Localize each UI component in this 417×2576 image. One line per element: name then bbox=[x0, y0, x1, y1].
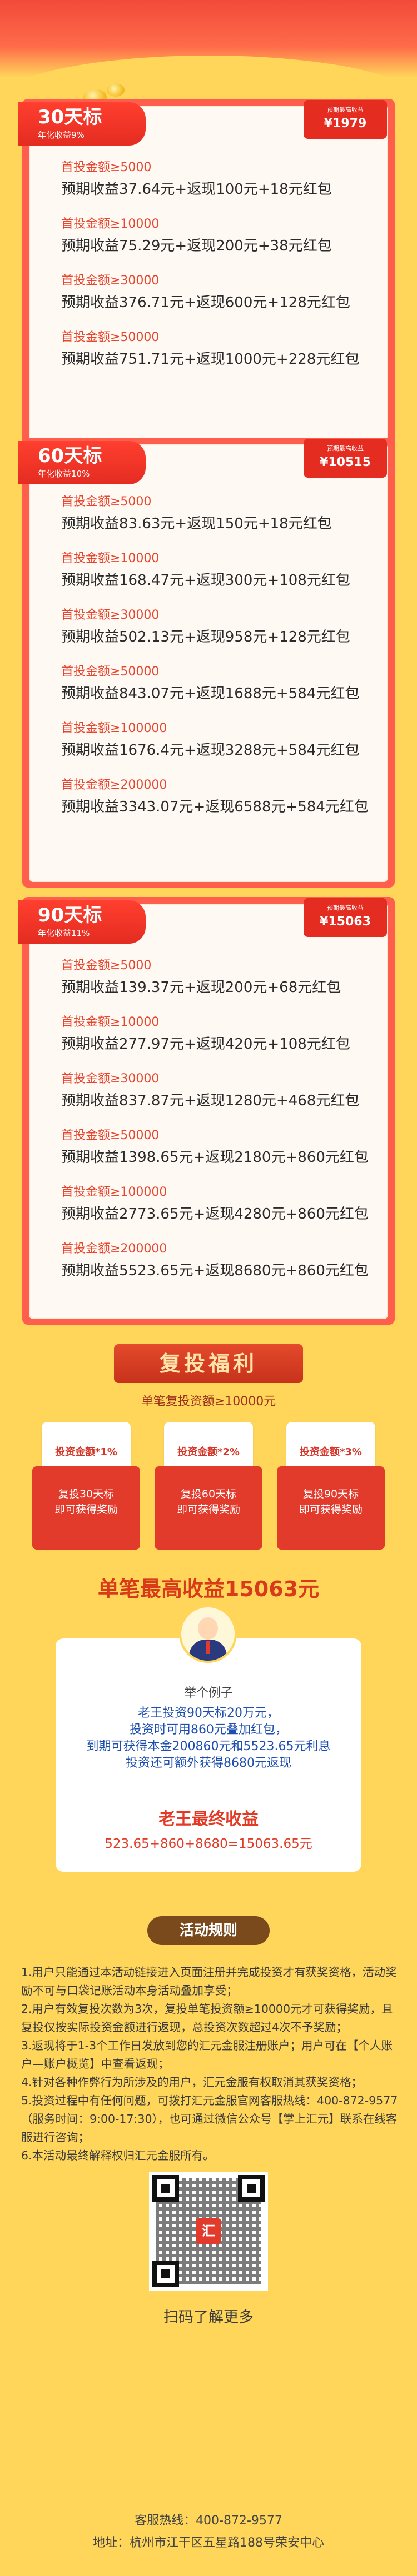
tier-tab: 90天标 年化收益11% bbox=[18, 900, 146, 944]
example-body: 老王投资90天标20万元， 投资时可用860元叠加红包， 到期可获得本金2008… bbox=[86, 1706, 331, 1770]
list-item: 首投金额≥5000 预期收益139.37元+返现200元+68元红包 bbox=[61, 959, 341, 996]
list-item: 首投金额≥50000 预期收益843.07元+返现1688元+584元红包 bbox=[61, 665, 360, 702]
tier-card-30: 30天标 年化收益9% 预期最高收益 ¥1979 首投金额≥5000 预期收益3… bbox=[18, 99, 395, 454]
list-item: 首投金额≥30000 预期收益376.71元+返现600元+128元红包 bbox=[61, 274, 350, 311]
rules-list: 1.用户只能通过本活动链接进入页面注册并完成投资才有获奖资格，活动奖励不可与口袋… bbox=[21, 1963, 399, 2165]
avatar bbox=[179, 1605, 237, 1663]
bonus-card-90: 投资金额*3% 复投90天标 即可获得奖励 bbox=[277, 1422, 385, 1550]
peak-earning-badge: 预期最高收益 ¥15063 bbox=[304, 898, 387, 937]
example-final-title: 老王最终收益 bbox=[158, 1810, 259, 1829]
list-item: 首投金额≥30000 预期收益837.87元+返现1280元+468元红包 bbox=[61, 1072, 360, 1109]
list-item: 首投金额≥10000 预期收益168.47元+返现300元+108元红包 bbox=[61, 552, 350, 589]
list-item: 首投金额≥5000 预期收益37.64元+返现100元+18元红包 bbox=[61, 161, 332, 198]
list-item: 6.本活动最终解释权归汇元金服所有。 bbox=[21, 2149, 215, 2162]
scan-hint: 扫码了解更多 bbox=[163, 2309, 254, 2326]
coin-icon bbox=[107, 83, 125, 97]
peak-earning-badge: 预期最高收益 ¥1979 bbox=[304, 100, 387, 139]
footer-address: 地址：杭州市江干区五星路188号荣安中心 bbox=[93, 2536, 324, 2550]
list-item: 首投金额≥200000 预期收益5523.65元+返现8680元+860元红包 bbox=[61, 1242, 369, 1279]
tier-tab: 30天标 年化收益9% bbox=[18, 102, 146, 146]
bonus-card-60: 投资金额*2% 复投60天标 即可获得奖励 bbox=[155, 1422, 262, 1550]
footer-hotline: 客服热线：400-872-9577 bbox=[135, 2514, 282, 2528]
qr-code: 汇 bbox=[149, 2172, 268, 2291]
list-item: 首投金额≥50000 预期收益1398.65元+返现2180元+860元红包 bbox=[61, 1129, 369, 1166]
list-item: 首投金额≥200000 预期收益3343.07元+返现6588元+584元红包 bbox=[61, 778, 369, 815]
tier-days: 30天标 bbox=[38, 106, 102, 128]
bonus-card-30: 投资金额*1% 复投30天标 即可获得奖励 bbox=[32, 1422, 140, 1550]
bonus-title: 复投福利 bbox=[114, 1344, 303, 1383]
brand-logo-icon: 汇 bbox=[196, 2218, 221, 2244]
example-label: 举个例子 bbox=[183, 1686, 233, 1700]
tier-card-90: 90天标 年化收益11% 预期最高收益 ¥15063 首投金额≥5000 预期收… bbox=[18, 897, 395, 1325]
bonus-subtitle: 单笔复投资额≥10000元 bbox=[141, 1395, 276, 1409]
tier-tab: 60天标 年化收益10% bbox=[18, 441, 146, 484]
list-item: 4.针对各种作弊行为所涉及的用户，汇元金服有权取消其获奖资格； bbox=[21, 2076, 363, 2089]
list-item: 首投金额≥30000 预期收益502.13元+返现958元+128元红包 bbox=[61, 608, 350, 645]
header-banner bbox=[0, 0, 417, 100]
list-item: 首投金额≥10000 预期收益277.97元+返现420元+108元红包 bbox=[61, 1015, 350, 1053]
list-item: 首投金额≥5000 预期收益83.63元+返现150元+18元红包 bbox=[61, 495, 332, 532]
rules-title: 活动规则 bbox=[147, 1916, 270, 1945]
max-earning-title: 单笔最高收益15063元 bbox=[97, 1577, 320, 1601]
tier-card-60: 60天标 年化收益10% 预期最高收益 ¥10515 首投金额≥5000 预期收… bbox=[18, 438, 395, 888]
list-item: 首投金额≥50000 预期收益751.71元+返现1000元+228元红包 bbox=[61, 330, 360, 368]
list-item: 首投金额≥100000 预期收益2773.65元+返现4280元+860元红包 bbox=[61, 1185, 369, 1222]
list-item: 3.返现将于1-3个工作日发放到您的汇元金服注册账户；用户可在【个人账户—账户概… bbox=[21, 2039, 393, 2071]
list-item: 首投金额≥100000 预期收益1676.4元+返现3288元+584元红包 bbox=[61, 721, 360, 759]
example-final-equation: 523.65+860+8680=15063.65元 bbox=[105, 1837, 312, 1851]
list-item: 1.用户只能通过本活动链接进入页面注册并完成投资才有获奖资格，活动奖励不可与口袋… bbox=[21, 1966, 397, 1997]
peak-earning-badge: 预期最高收益 ¥10515 bbox=[304, 439, 387, 478]
list-item: 5.投资过程中有任何问题，可拨打汇元金服官网客服热线：400-872-9577（… bbox=[21, 2094, 398, 2144]
list-item: 首投金额≥10000 预期收益75.29元+返现200元+38元红包 bbox=[61, 217, 332, 254]
list-item: 2.用户有效复投次数为3次，复投单笔投资额≥10000元才可获得奖励，且复投仅按… bbox=[21, 2002, 393, 2034]
tier-rate: 年化收益9% bbox=[38, 130, 85, 140]
